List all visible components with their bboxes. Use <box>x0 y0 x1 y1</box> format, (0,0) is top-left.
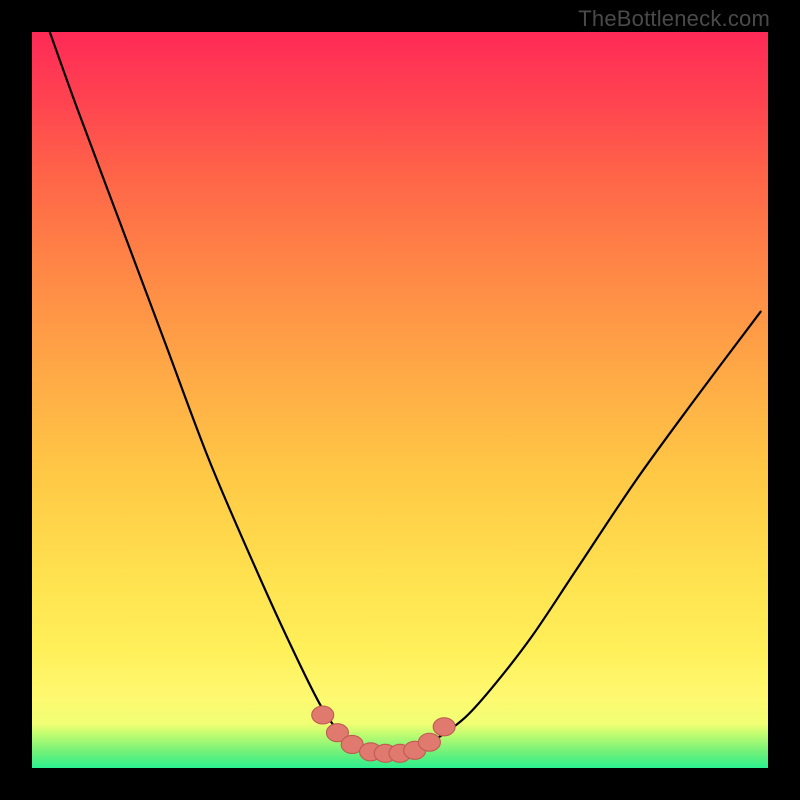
watermark-text: TheBottleneck.com <box>578 6 770 32</box>
plot-area <box>32 32 768 768</box>
marker-point <box>433 718 455 736</box>
marker-point <box>418 733 440 751</box>
chart-frame: TheBottleneck.com <box>0 0 800 800</box>
bottleneck-curve <box>39 3 760 755</box>
marker-point <box>312 706 334 724</box>
curve-svg <box>32 32 768 768</box>
marker-group <box>312 706 455 762</box>
